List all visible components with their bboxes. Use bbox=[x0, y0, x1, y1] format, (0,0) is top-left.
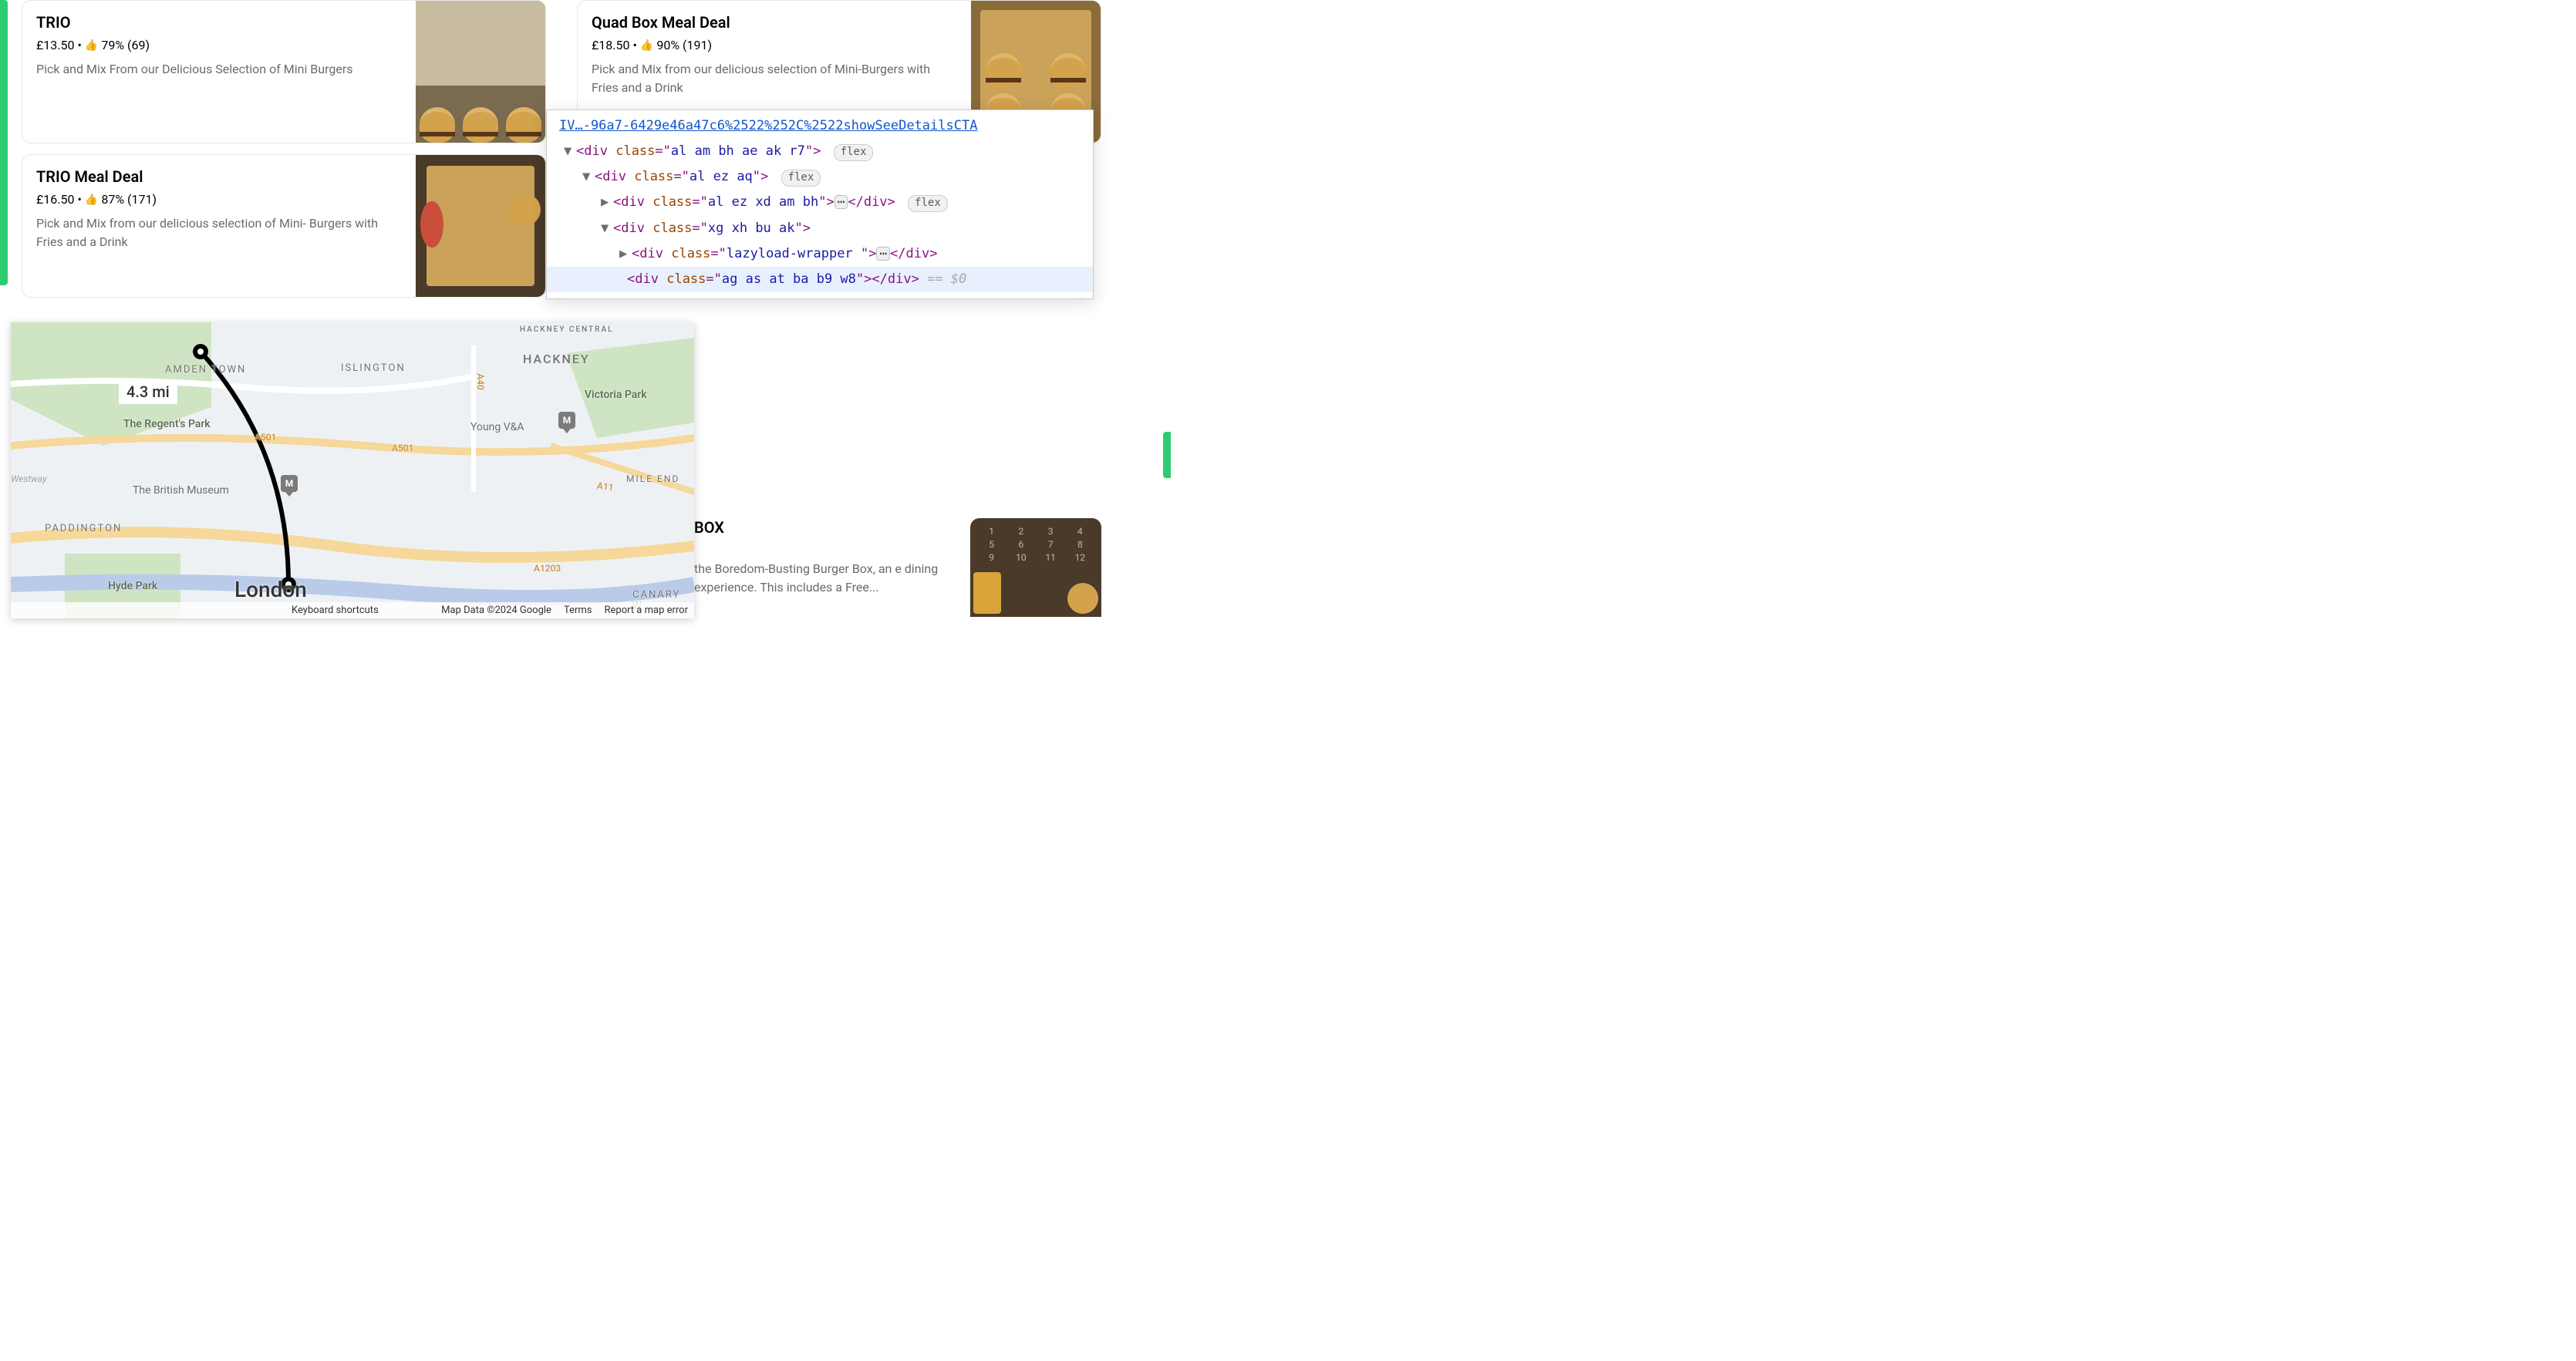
devtools-dom-node[interactable]: ▶<div class="lazyload-wrapper ">⋯</div> bbox=[551, 241, 1088, 267]
menu-item-image bbox=[416, 155, 545, 297]
thumbs-up-icon: 👍 bbox=[85, 194, 98, 206]
map-neighborhood: HACKNEY bbox=[523, 352, 590, 366]
map-neighborhood: HACKNEY CENTRAL bbox=[520, 325, 613, 335]
map-report-link[interactable]: Report a map error bbox=[604, 605, 688, 616]
museum-marker-icon[interactable]: M bbox=[281, 475, 298, 492]
rating-count: (191) bbox=[683, 38, 712, 52]
map-keyboard-shortcuts[interactable]: Keyboard shortcuts bbox=[292, 605, 379, 616]
rating-percent: 87% bbox=[101, 192, 124, 207]
rating-percent: 79% bbox=[101, 38, 124, 52]
menu-card[interactable]: TRIO £13.50 • 👍 79% (69) Pick and Mix Fr… bbox=[22, 0, 546, 143]
map[interactable]: 4.3 mi London HACKNEY HACKNEY CENTRAL AM… bbox=[11, 322, 694, 618]
dot-separator: • bbox=[633, 38, 637, 52]
map-neighborhood: AMDEN TOWN bbox=[165, 364, 246, 376]
map-road-label: A501 bbox=[255, 432, 276, 443]
map-terms-link[interactable]: Terms bbox=[564, 605, 592, 616]
menu-item-price: £18.50 bbox=[592, 38, 630, 52]
map-poi-label: Young V&A bbox=[470, 421, 524, 433]
rating-count: (171) bbox=[127, 192, 157, 207]
map-distance-label: 4.3 mi bbox=[119, 379, 177, 404]
menu-card-partial[interactable]: BOX the Boredom-Busting Burger Box, an e… bbox=[694, 518, 1101, 617]
menu-item-description: the Boredom-Busting Burger Box, an e din… bbox=[694, 560, 961, 597]
menu-item-image bbox=[416, 1, 545, 143]
menu-item-price: £13.50 bbox=[36, 38, 75, 52]
map-neighborhood: PADDINGTON bbox=[45, 523, 122, 534]
menu-item-meta: £18.50 • 👍 90% (191) bbox=[592, 38, 957, 52]
thumbs-up-icon: 👍 bbox=[640, 39, 653, 52]
map-park-label: Victoria Park bbox=[585, 389, 647, 401]
menu-item-title: BOX bbox=[694, 518, 961, 537]
menu-item-title: TRIO bbox=[36, 13, 402, 32]
menu-item-price: £16.50 bbox=[36, 192, 75, 207]
map-park-label: Hyde Park bbox=[108, 580, 157, 592]
progress-bar-left bbox=[0, 0, 8, 285]
devtools-dom-node[interactable]: <div class="ag as at ba b9 w8"></div> ==… bbox=[547, 267, 1093, 292]
devtools-dom-node[interactable]: ▼<div class="xg xh bu ak"> bbox=[551, 216, 1088, 241]
map-poi-label: The British Museum bbox=[133, 484, 229, 497]
devtools-dom-node[interactable]: ▶<div class="al ez xd am bh">⋯</div> fle… bbox=[551, 190, 1088, 215]
map-city-label: London bbox=[234, 577, 307, 602]
menu-item-description: Pick and Mix from our delicious selectio… bbox=[592, 60, 957, 97]
map-road-label: A501 bbox=[392, 443, 413, 453]
menu-item-meta: £13.50 • 👍 79% (69) bbox=[36, 38, 402, 52]
menu-item-title: TRIO Meal Deal bbox=[36, 167, 402, 186]
menu-item-description: Pick and Mix From our Delicious Selectio… bbox=[36, 60, 402, 79]
rating-percent: 90% bbox=[656, 38, 679, 52]
map-neighborhood: ISLINGTON bbox=[341, 362, 406, 374]
map-data-attribution[interactable]: Map Data ©2024 Google bbox=[441, 605, 551, 616]
progress-bar-right bbox=[1163, 432, 1171, 478]
menu-item-meta: £16.50 • 👍 87% (171) bbox=[36, 192, 402, 207]
menu-item-description: Pick and Mix from our delicious selectio… bbox=[36, 214, 402, 251]
menu-item-title: Quad Box Meal Deal bbox=[592, 13, 957, 32]
map-road-label: A1203 bbox=[534, 563, 561, 574]
devtools-dom-node[interactable]: ▼<div class="al ez aq"> flex bbox=[551, 164, 1088, 190]
rating-count: (69) bbox=[127, 38, 150, 52]
dot-separator: • bbox=[78, 38, 82, 52]
museum-marker-icon[interactable]: M bbox=[558, 412, 575, 429]
dot-separator: • bbox=[78, 192, 82, 207]
devtools-popover[interactable]: IV…-96a7-6429e46a47c6%2522%252C%2522show… bbox=[546, 109, 1094, 299]
devtools-url[interactable]: IV…-96a7-6429e46a47c6%2522%252C%2522show… bbox=[551, 113, 1088, 139]
devtools-dom-node[interactable]: ▼<div class="al am bh ae ak r7"> flex bbox=[551, 139, 1088, 164]
map-neighborhood: MILE END bbox=[626, 473, 679, 484]
menu-card[interactable]: TRIO Meal Deal £16.50 • 👍 87% (171) Pick… bbox=[22, 154, 546, 298]
map-road-label: A40 bbox=[475, 373, 486, 390]
menu-item-image: 123456789101112 bbox=[970, 518, 1101, 617]
map-road-name: Westway bbox=[11, 473, 47, 484]
map-road-label: A11 bbox=[596, 480, 614, 494]
thumbs-up-icon: 👍 bbox=[85, 39, 98, 52]
map-attribution: Keyboard shortcuts Map Data ©2024 Google… bbox=[11, 602, 694, 618]
map-park-label: The Regent's Park bbox=[123, 418, 211, 430]
